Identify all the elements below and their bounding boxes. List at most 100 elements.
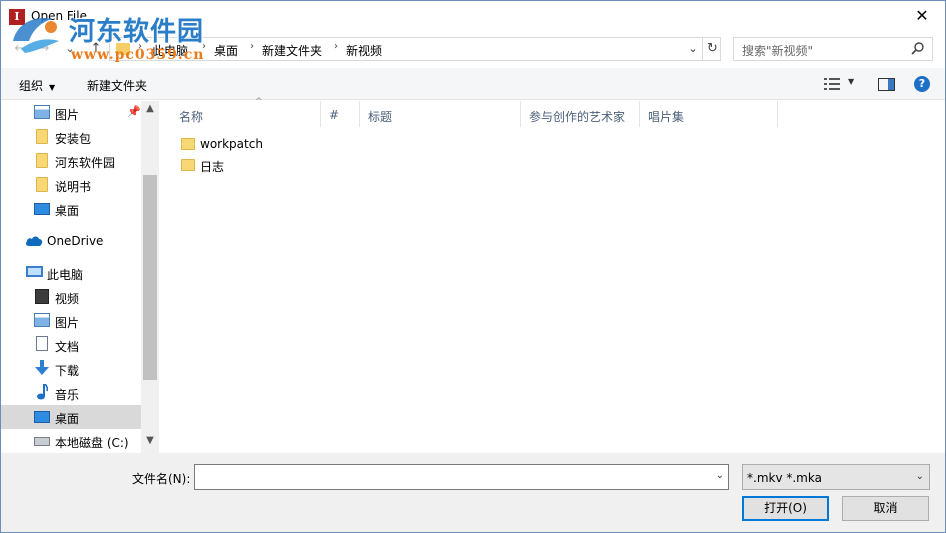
navigation-row: ← → ⌄ ↑ › 此电脑 › 桌面 › 新建文件夹 › 新视频 ⌄ ↻ 搜索"… bbox=[1, 34, 945, 64]
window-title: Open File bbox=[31, 9, 87, 23]
preview-pane-icon[interactable] bbox=[878, 78, 895, 91]
sidebar-item-label: 本地磁盘 (C:) bbox=[55, 436, 129, 450]
sidebar-item-videos[interactable]: 视频 bbox=[1, 285, 141, 309]
folder-icon bbox=[36, 153, 48, 168]
file-row[interactable]: 日志 bbox=[175, 155, 475, 175]
file-type-select[interactable]: *.mkv *.mka ⌄ bbox=[742, 464, 930, 490]
file-name: workpatch bbox=[200, 137, 263, 151]
sidebar-item-label: 此电脑 bbox=[47, 268, 84, 282]
title-bar: I Open File ✕ bbox=[1, 1, 945, 32]
downloads-icon bbox=[35, 360, 49, 375]
sidebar-item-label: 图片 bbox=[55, 108, 80, 122]
desktop-icon bbox=[34, 203, 50, 215]
folder-icon bbox=[116, 43, 130, 55]
sidebar-item-hedong[interactable]: 河东软件园 bbox=[1, 149, 141, 173]
column-header-label: 唱片集 bbox=[648, 110, 685, 124]
column-header-label: # bbox=[329, 108, 340, 122]
file-list: ^ 名称 # 标题 参与创作的艺术家 唱片集 workpatch 日志 bbox=[159, 97, 945, 453]
scroll-up-button[interactable]: ▲ bbox=[141, 103, 159, 114]
view-dropdown-button[interactable]: ▼ bbox=[848, 77, 854, 86]
cancel-button[interactable]: 取消 bbox=[842, 496, 929, 521]
folder-icon bbox=[181, 159, 195, 171]
folder-icon bbox=[36, 177, 48, 192]
address-bar[interactable]: › 此电脑 › 桌面 › 新建文件夹 › 新视频 ⌄ ↻ bbox=[109, 37, 721, 61]
search-input[interactable]: 搜索"新视频" bbox=[733, 37, 933, 61]
command-bar: 组织 ▼ 新建文件夹 ▼ ? bbox=[1, 68, 945, 100]
chevron-down-icon[interactable]: ⌄ bbox=[716, 470, 724, 481]
navigation-pane: 图片 📌 安装包 河东软件园 说明书 桌面 OneDrive 此电脑 视频 图片… bbox=[1, 101, 159, 453]
sidebar-item-install-packages[interactable]: 安装包 bbox=[1, 125, 141, 149]
breadcrumb-item[interactable]: 此电脑 bbox=[152, 42, 188, 59]
view-options-icon[interactable] bbox=[824, 78, 840, 90]
local-disk-icon bbox=[34, 437, 50, 446]
pictures-icon bbox=[34, 313, 50, 327]
sidebar-item-pictures-quick[interactable]: 图片 📌 bbox=[1, 101, 141, 125]
filename-input[interactable]: ⌄ bbox=[194, 464, 729, 490]
folder-icon bbox=[181, 138, 195, 150]
new-folder-button[interactable]: 新建文件夹 bbox=[87, 77, 147, 94]
breadcrumb-separator: › bbox=[202, 41, 206, 52]
scrollbar-thumb[interactable] bbox=[143, 175, 157, 380]
pictures-icon bbox=[34, 105, 50, 119]
sidebar-item-pictures[interactable]: 图片 bbox=[1, 309, 141, 333]
search-placeholder: 搜索"新视频" bbox=[742, 44, 814, 58]
column-header-album[interactable]: 唱片集 bbox=[640, 101, 778, 127]
column-header-artists[interactable]: 参与创作的艺术家 bbox=[521, 101, 640, 127]
videos-icon bbox=[35, 289, 49, 304]
dialog-footer: 文件名(N): ⌄ *.mkv *.mka ⌄ 打开(O) 取消 bbox=[1, 453, 945, 532]
recent-locations-button[interactable]: ⌄ bbox=[59, 38, 81, 60]
refresh-button[interactable]: ↻ bbox=[702, 38, 722, 60]
breadcrumb-separator: › bbox=[250, 41, 254, 52]
sidebar-item-label: 桌面 bbox=[55, 204, 80, 218]
help-icon[interactable]: ? bbox=[914, 76, 930, 92]
breadcrumb-separator: › bbox=[334, 41, 338, 52]
folder-icon bbox=[36, 129, 48, 144]
sidebar-item-label: 河东软件园 bbox=[55, 156, 116, 170]
breadcrumb-item[interactable]: 新建文件夹 bbox=[262, 42, 322, 59]
app-icon: I bbox=[9, 9, 25, 25]
organize-label: 组织 bbox=[19, 79, 44, 93]
music-icon bbox=[37, 384, 48, 400]
documents-icon bbox=[36, 336, 48, 351]
file-type-value: *.mkv *.mka bbox=[747, 471, 822, 485]
column-header-name[interactable]: ^ 名称 bbox=[171, 97, 321, 127]
breadcrumb-item[interactable]: 新视频 bbox=[346, 42, 382, 59]
back-button[interactable]: ← bbox=[9, 38, 31, 60]
sidebar-item-documents[interactable]: 文档 bbox=[1, 333, 141, 357]
column-header-title[interactable]: 标题 bbox=[360, 101, 521, 127]
address-dropdown-button[interactable]: ⌄ bbox=[684, 40, 702, 58]
file-row[interactable]: workpatch bbox=[175, 134, 475, 154]
chevron-down-icon: ▼ bbox=[49, 83, 56, 92]
sidebar-item-desktop[interactable]: 桌面 bbox=[1, 405, 141, 429]
sort-ascending-icon: ^ bbox=[255, 97, 263, 107]
search-icon[interactable] bbox=[910, 41, 926, 57]
chevron-down-icon: ⌄ bbox=[915, 471, 924, 482]
sidebar-item-label: 文档 bbox=[55, 340, 80, 354]
this-pc-icon bbox=[26, 266, 43, 277]
breadcrumb-item[interactable]: 桌面 bbox=[214, 42, 238, 59]
column-header-label: 标题 bbox=[368, 110, 393, 124]
sidebar-item-label: 安装包 bbox=[55, 132, 92, 146]
file-name: 日志 bbox=[200, 160, 225, 174]
sidebar-item-downloads[interactable]: 下载 bbox=[1, 357, 141, 381]
sidebar-item-desktop-quick[interactable]: 桌面 bbox=[1, 197, 141, 221]
sidebar-item-this-pc[interactable]: 此电脑 bbox=[1, 261, 141, 285]
forward-button[interactable]: → bbox=[33, 38, 55, 60]
organize-menu[interactable]: 组织 ▼ bbox=[19, 77, 55, 94]
column-header-label: 参与创作的艺术家 bbox=[529, 110, 626, 124]
column-header-number[interactable]: # bbox=[321, 101, 360, 127]
sidebar-item-onedrive[interactable]: OneDrive bbox=[1, 229, 141, 253]
sidebar-item-label: 桌面 bbox=[55, 412, 80, 426]
breadcrumb-separator: › bbox=[138, 41, 142, 52]
sidebar-item-manuals[interactable]: 说明书 bbox=[1, 173, 141, 197]
open-button[interactable]: 打开(O) bbox=[742, 496, 829, 521]
scroll-down-button[interactable]: ▼ bbox=[141, 435, 159, 446]
sidebar-item-music[interactable]: 音乐 bbox=[1, 381, 141, 405]
onedrive-icon bbox=[25, 236, 43, 246]
sidebar-item-label: 视频 bbox=[55, 292, 80, 306]
pin-icon[interactable]: 📌 bbox=[127, 105, 141, 118]
close-button[interactable]: ✕ bbox=[899, 1, 945, 32]
up-button[interactable]: ↑ bbox=[85, 38, 107, 60]
sidebar-item-local-disk[interactable]: 本地磁盘 (C:) bbox=[1, 429, 141, 453]
navigation-scrollbar[interactable]: ▲ ▼ bbox=[141, 101, 159, 453]
